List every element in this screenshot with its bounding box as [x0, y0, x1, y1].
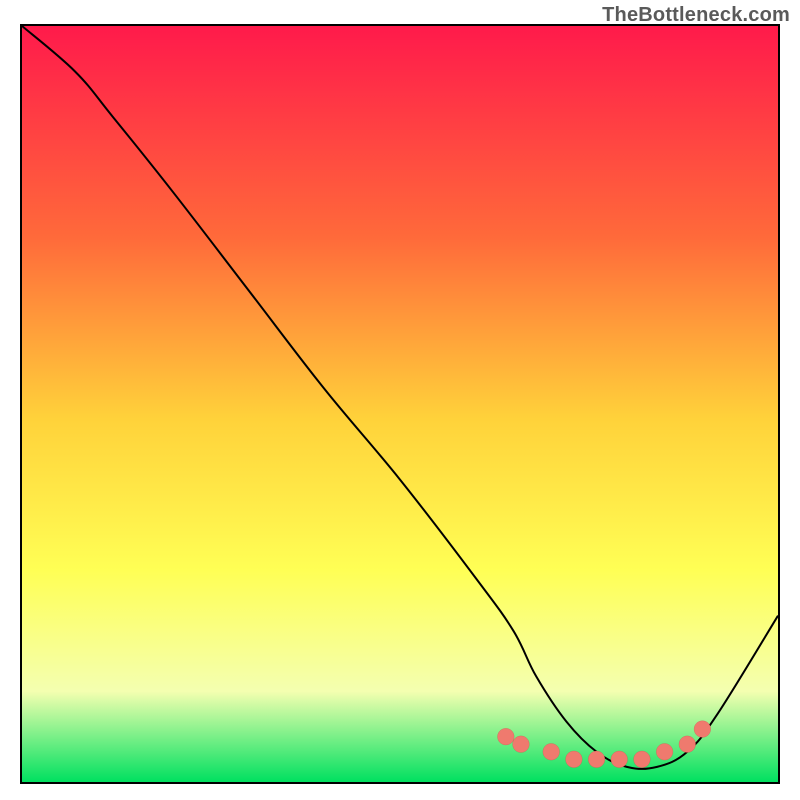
chart-container: TheBottleneck.com — [0, 0, 800, 800]
highlight-dot — [694, 721, 711, 738]
highlight-dot — [566, 751, 583, 768]
highlight-dot — [513, 736, 530, 753]
highlight-dot — [679, 736, 696, 753]
plot-area — [20, 24, 780, 784]
highlight-dot — [543, 743, 560, 760]
highlight-dot — [611, 751, 628, 768]
chart-svg — [22, 26, 778, 782]
highlight-dot — [656, 743, 673, 760]
gradient-background — [22, 26, 778, 782]
highlight-dot — [588, 751, 605, 768]
highlight-dot — [498, 728, 515, 745]
highlight-dot — [634, 751, 651, 768]
